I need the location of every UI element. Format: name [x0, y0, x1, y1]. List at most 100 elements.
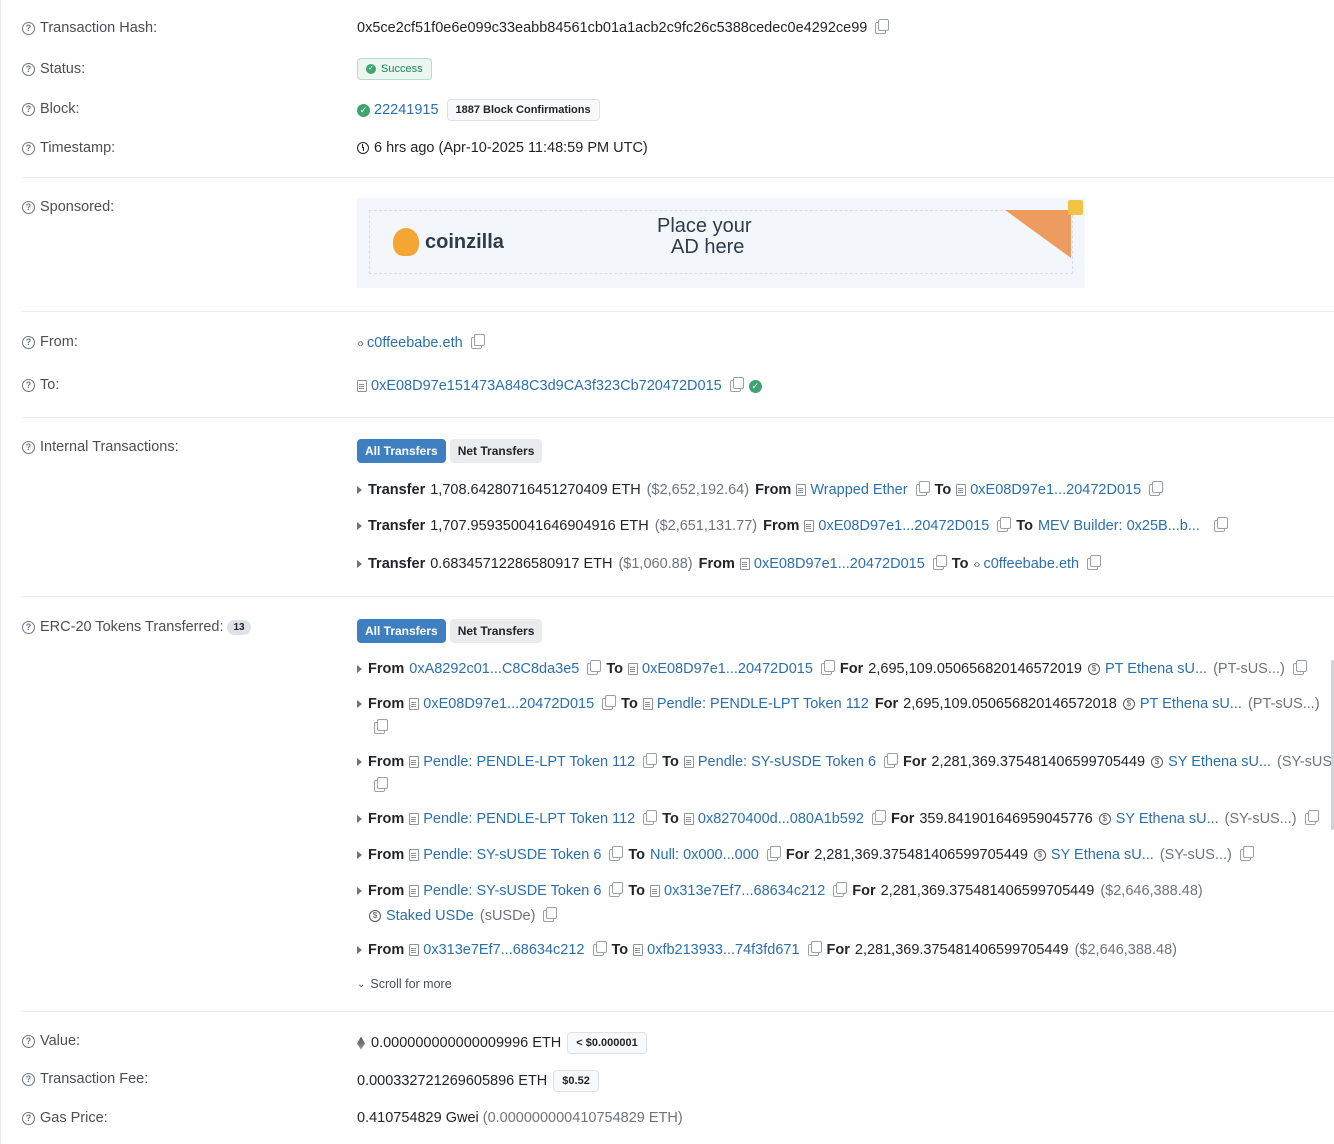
tab-net-transfers[interactable]: Net Transfers [449, 439, 543, 463]
expand-caret-icon[interactable] [357, 665, 362, 673]
internal-transfer-2[interactable]: Transfer 1,707.959350041646904916 ETH ($… [357, 517, 1228, 534]
address-link[interactable]: Pendle: SY-sUSDE Token 6 [698, 754, 876, 770]
copy-icon[interactable] [820, 660, 835, 675]
address-link[interactable]: 0x313e7Ef7...68634c212 [423, 942, 584, 958]
token-link[interactable]: Staked USDe [386, 908, 474, 924]
copy-icon[interactable] [643, 810, 658, 825]
copy-icon[interactable] [609, 882, 624, 897]
erc20-transfer-1[interactable]: From 0xA8292c01...C8C8da3e5 To 0xE08D97e… [357, 660, 1307, 677]
expand-caret-icon[interactable] [357, 815, 362, 823]
tab-all-transfers[interactable]: All Transfers [357, 439, 446, 463]
copy-icon[interactable] [643, 753, 658, 768]
help-icon[interactable]: ? [22, 1034, 35, 1048]
expand-caret-icon[interactable] [357, 486, 362, 494]
token-link[interactable]: SY Ethena sU... [1051, 847, 1154, 863]
address-link[interactable]: 0xE08D97e1...20472D015 [754, 556, 925, 572]
help-icon[interactable]: ? [22, 1111, 35, 1125]
help-icon[interactable]: ? [22, 200, 35, 214]
help-icon[interactable]: ? [22, 141, 35, 155]
copy-icon[interactable] [766, 846, 781, 861]
copy-icon[interactable] [875, 19, 890, 34]
address-link[interactable]: Pendle: SY-sUSDE Token 6 [423, 847, 601, 863]
erc20-transfer-2[interactable]: From 0xE08D97e1...20472D015 To Pendle: P… [357, 695, 1320, 712]
help-icon[interactable]: ? [22, 440, 35, 454]
copy-icon[interactable] [1292, 660, 1307, 675]
copy-icon[interactable] [592, 941, 607, 956]
expand-caret-icon[interactable] [357, 560, 362, 568]
expand-caret-icon[interactable] [357, 700, 362, 708]
copy-icon[interactable] [1239, 846, 1254, 861]
expand-caret-icon[interactable] [357, 851, 362, 859]
expand-caret-icon[interactable] [357, 758, 362, 766]
copy-icon[interactable] [1213, 517, 1228, 532]
erc20-transfer-row: From Pendle: PENDLE-LPT Token 112 To Pen… [22, 753, 1334, 798]
address-link[interactable]: Null: 0x000...000 [650, 847, 759, 863]
scroll-more[interactable]: ⌄ Scroll for more [357, 977, 452, 991]
copy-icon[interactable] [374, 777, 388, 792]
copy-icon[interactable] [872, 810, 886, 825]
help-icon[interactable]: ? [22, 102, 35, 116]
tab-net-transfers[interactable]: Net Transfers [449, 619, 543, 643]
address-link[interactable]: MEV Builder: 0x25B...b... [1038, 518, 1200, 534]
copy-icon[interactable] [1149, 481, 1164, 496]
help-icon[interactable]: ? [22, 1072, 35, 1086]
help-icon[interactable]: ? [22, 21, 35, 35]
ad-badge-icon[interactable] [1068, 200, 1083, 215]
to-address-link[interactable]: 0xE08D97e151473A848C3d9CA3f323Cb720472D0… [371, 378, 722, 394]
address-link[interactable]: 0xE08D97e1...20472D015 [642, 661, 813, 677]
tab-all-transfers[interactable]: All Transfers [357, 619, 446, 643]
erc20-transfer-7[interactable]: From 0x313e7Ef7...68634c212 To 0xfb21393… [357, 941, 1177, 958]
copy-icon[interactable] [374, 719, 388, 734]
address-link[interactable]: 0x313e7Ef7...68634c212 [664, 883, 825, 899]
copy-icon[interactable] [470, 334, 485, 349]
help-icon[interactable]: ? [22, 335, 35, 349]
token-link[interactable]: SY Ethena sU... [1116, 811, 1219, 827]
address-link[interactable]: Pendle: PENDLE-LPT Token 112 [423, 754, 635, 770]
erc20-transfer-5[interactable]: From Pendle: SY-sUSDE Token 6 To Null: 0… [357, 846, 1254, 863]
internal-transfer-row: Transfer 1,708.64280716451270409 ETH ($2… [22, 481, 1334, 502]
erc20-transfer-3[interactable]: From Pendle: PENDLE-LPT Token 112 To Pen… [357, 753, 1334, 770]
token-link[interactable]: PT Ethena sU... [1140, 696, 1242, 712]
copy-icon[interactable] [807, 941, 822, 956]
address-link[interactable]: c0ffeebabe.eth [983, 556, 1079, 572]
copy-icon[interactable] [932, 555, 947, 570]
copy-icon[interactable] [1087, 555, 1102, 570]
copy-icon[interactable] [884, 753, 899, 768]
token-link[interactable]: SY Ethena sU... [1168, 754, 1271, 770]
erc20-transfer-4[interactable]: From Pendle: PENDLE-LPT Token 112 To 0x8… [357, 810, 1319, 827]
contract-icon [628, 663, 638, 675]
copy-icon[interactable] [602, 695, 617, 710]
block-link[interactable]: 22241915 [374, 102, 439, 118]
help-icon[interactable]: ? [22, 62, 35, 76]
copy-icon[interactable] [1304, 810, 1319, 825]
erc20-transfer-6[interactable]: From Pendle: SY-sUSDE Token 6 To 0x313e7… [357, 882, 1203, 899]
address-link[interactable]: 0xE08D97e1...20472D015 [423, 696, 594, 712]
copy-icon[interactable] [833, 882, 848, 897]
from-address-link[interactable]: c0ffeebabe.eth [367, 335, 463, 351]
help-icon[interactable]: ? [22, 378, 35, 392]
internal-transfer-3[interactable]: Transfer 0.68345712286580917 ETH ($1,060… [357, 555, 1102, 572]
expand-caret-icon[interactable] [357, 946, 362, 954]
address-link[interactable]: Wrapped Ether [810, 482, 907, 498]
gas-value: 0.410754829 Gwei (0.000000000410754829 ET… [357, 1110, 683, 1126]
copy-icon[interactable] [997, 517, 1012, 532]
copy-icon[interactable] [915, 481, 930, 496]
address-link[interactable]: 0xA8292c01...C8C8da3e5 [409, 661, 579, 677]
help-icon[interactable]: ? [22, 620, 35, 634]
address-link[interactable]: 0xfb213933...74f3fd671 [647, 942, 799, 958]
copy-icon[interactable] [543, 907, 558, 922]
address-link[interactable]: Pendle: PENDLE-LPT Token 112 [423, 811, 635, 827]
sponsored-ad-banner[interactable]: coinzilla Place your AD here [357, 198, 1085, 288]
expand-caret-icon[interactable] [357, 887, 362, 895]
address-link[interactable]: 0xE08D97e1...20472D015 [970, 482, 1141, 498]
copy-icon[interactable] [587, 660, 602, 675]
copy-icon[interactable] [609, 846, 624, 861]
address-link[interactable]: Pendle: SY-sUSDE Token 6 [423, 883, 601, 899]
token-link[interactable]: PT Ethena sU... [1105, 661, 1207, 677]
address-link[interactable]: 0x8270400d...080A1b592 [698, 811, 864, 827]
expand-caret-icon[interactable] [357, 522, 362, 530]
internal-transfer-1[interactable]: Transfer 1,708.64280716451270409 ETH ($2… [357, 481, 1164, 498]
address-link[interactable]: 0xE08D97e1...20472D015 [818, 518, 989, 534]
address-link[interactable]: Pendle: PENDLE-LPT Token 112 [657, 696, 869, 712]
copy-icon[interactable] [729, 377, 744, 392]
